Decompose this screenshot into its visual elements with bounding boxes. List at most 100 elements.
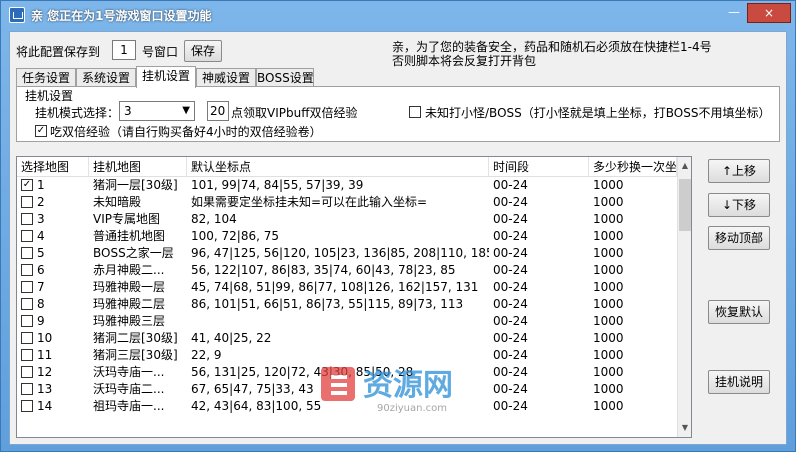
move-up-button[interactable]: ↑上移	[708, 159, 770, 183]
row-coords: 56, 131|25, 120|72, 43|30, 85|50, 28	[191, 365, 414, 379]
tab-system-settings[interactable]: 系统设置	[76, 68, 136, 88]
row-checkbox[interactable]: ✓	[21, 179, 33, 191]
unknown-checkbox[interactable]	[409, 106, 421, 118]
row-interval: 1000	[593, 280, 624, 294]
row-coords: 100, 72|86, 75	[191, 229, 280, 243]
row-coords: 96, 47|125, 56|120, 105|23, 136|85, 208|…	[191, 246, 489, 260]
move-down-button[interactable]: ↓下移	[708, 193, 770, 217]
table-scrollbar[interactable]: ▲ ▼	[677, 157, 691, 437]
header-coords[interactable]: 默认坐标点	[187, 157, 489, 177]
scroll-thumb[interactable]	[679, 179, 691, 231]
row-interval: 1000	[593, 178, 624, 192]
row-checkbox[interactable]	[21, 230, 33, 242]
row-map: 玛雅神殿三层	[93, 314, 166, 328]
move-top-button[interactable]: 移动顶部	[708, 226, 770, 250]
hangup-help-button[interactable]: 挂机说明	[708, 370, 770, 394]
row-time: 00-24	[493, 348, 528, 362]
row-checkbox[interactable]	[21, 349, 33, 361]
table-row[interactable]: 9 玛雅神殿三层 00-24 1000	[17, 313, 677, 330]
vip-points-input[interactable]: 20	[207, 101, 229, 121]
table-row[interactable]: 6 赤月神殿二... 56, 122|107, 86|83, 35|74, 60|4…	[17, 262, 677, 279]
row-map: 玛雅神殿二层	[93, 297, 166, 311]
row-checkbox[interactable]	[21, 400, 33, 412]
row-number: 14	[37, 399, 53, 413]
header-interval[interactable]: 多少秒换一次坐	[589, 157, 677, 177]
row-checkbox[interactable]	[21, 264, 33, 276]
table-row[interactable]: 3 VIP专属地图 82, 104 00-24 1000	[17, 211, 677, 228]
row-interval: 1000	[593, 263, 624, 277]
row-time: 00-24	[493, 297, 528, 311]
tab-boss-settings[interactable]: BOSS设置	[256, 68, 314, 88]
table-row[interactable]: 14 祖玛寺庙一... 42, 43|64, 83|100, 55 00-24 1000	[17, 398, 677, 415]
row-checkbox[interactable]	[21, 196, 33, 208]
row-checkbox[interactable]	[21, 298, 33, 310]
table-row[interactable]: 12 沃玛寺庙一... 56, 131|25, 120|72, 43|30, 85|…	[17, 364, 677, 381]
close-button[interactable]: ×	[747, 3, 791, 23]
header-time[interactable]: 时间段	[489, 157, 589, 177]
table-row[interactable]: 13 沃玛寺庙二... 67, 65|47, 75|33, 43 00-24 1000	[17, 381, 677, 398]
row-time: 00-24	[493, 229, 528, 243]
row-number: 6	[37, 263, 45, 277]
row-map: 祖玛寺庙一...	[93, 399, 165, 413]
mode-select[interactable]: 3 ▼	[119, 101, 195, 121]
double-exp-label: 吃双倍经验（请自行购买备好4小时的双倍经验卷）	[50, 125, 322, 139]
title-bar: 亲 您正在为1号游戏窗口设置功能 — ×	[1, 1, 795, 29]
row-coords: 101, 99|74, 84|55, 57|39, 39	[191, 178, 364, 192]
tab-shenwei-settings[interactable]: 神威设置	[196, 68, 256, 88]
minimize-button[interactable]: —	[721, 3, 747, 23]
row-map: 沃玛寺庙二...	[93, 382, 165, 396]
row-interval: 1000	[593, 297, 624, 311]
row-checkbox[interactable]	[21, 383, 33, 395]
window-title: 亲 您正在为1号游戏窗口设置功能	[31, 9, 212, 23]
row-number: 1	[37, 178, 45, 192]
main-window: 亲 您正在为1号游戏窗口设置功能 — × 将此配置保存到 1 号窗口 保存 亲，…	[0, 0, 796, 452]
row-map: VIP专属地图	[93, 212, 160, 226]
row-coords: 如果需要定坐标挂未知=可以在此输入坐标=	[191, 195, 428, 209]
row-time: 00-24	[493, 212, 528, 226]
mode-label: 挂机模式选择：	[35, 106, 120, 120]
table-header: 选择地图 挂机地图 默认坐标点 时间段 多少秒换一次坐	[17, 157, 677, 177]
table-row[interactable]: ✓ 1 猪洞一层[30级] 101, 99|74, 84|55, 57|39, 39 0…	[17, 177, 677, 194]
scroll-down-icon[interactable]: ▼	[679, 421, 691, 435]
client-area: 将此配置保存到 1 号窗口 保存 亲，为了您的装备安全，药品和随机石必须放在快捷…	[9, 31, 787, 445]
row-number: 4	[37, 229, 45, 243]
row-time: 00-24	[493, 280, 528, 294]
row-checkbox[interactable]	[21, 332, 33, 344]
table-row[interactable]: 5 BOSS之家一层 96, 47|125, 56|120, 105|23, 136…	[17, 245, 677, 262]
row-coords: 82, 104	[191, 212, 237, 226]
row-coords: 86, 101|51, 66|51, 86|73, 55|115, 89|73,…	[191, 297, 464, 311]
row-number: 7	[37, 280, 45, 294]
notice-line-2: 否则脚本将会反复打开背包	[392, 54, 537, 68]
row-checkbox[interactable]	[21, 315, 33, 327]
row-checkbox[interactable]	[21, 366, 33, 378]
window-number-input[interactable]: 1	[112, 40, 136, 60]
reset-default-button[interactable]: 恢复默认	[708, 300, 770, 324]
header-hangup-map[interactable]: 挂机地图	[89, 157, 187, 177]
double-exp-checkbox[interactable]: ✓	[35, 125, 47, 137]
row-coords: 56, 122|107, 86|83, 35|74, 60|43, 78|23,…	[191, 263, 456, 277]
row-interval: 1000	[593, 399, 624, 413]
vip-label: 点领取VIPbuff双倍经验	[231, 106, 358, 120]
row-checkbox[interactable]	[21, 281, 33, 293]
header-select-map[interactable]: 选择地图	[17, 157, 89, 177]
table-row[interactable]: 10 猪洞二层[30级] 41, 40|25, 22 00-24 1000	[17, 330, 677, 347]
row-time: 00-24	[493, 331, 528, 345]
table-row[interactable]: 7 玛雅神殿一层 45, 74|68, 51|99, 86|77, 108|126,…	[17, 279, 677, 296]
row-checkbox[interactable]	[21, 213, 33, 225]
row-number: 3	[37, 212, 45, 226]
save-button[interactable]: 保存	[184, 40, 222, 62]
row-map: 猪洞三层[30级]	[93, 348, 178, 362]
row-map: 玛雅神殿一层	[93, 280, 166, 294]
hangup-settings-panel: 挂机设置 挂机模式选择： 3 ▼ 20 点领取VIPbuff双倍经验 未知打小怪…	[16, 86, 780, 142]
scroll-up-icon[interactable]: ▲	[679, 159, 691, 173]
row-time: 00-24	[493, 246, 528, 260]
tab-task-settings[interactable]: 任务设置	[16, 68, 76, 88]
table-row[interactable]: 4 普通挂机地图 100, 72|86, 75 00-24 1000	[17, 228, 677, 245]
mode-select-value: 3	[124, 104, 132, 118]
tab-hangup-settings[interactable]: 挂机设置	[136, 66, 196, 88]
row-time: 00-24	[493, 178, 528, 192]
table-row[interactable]: 11 猪洞三层[30级] 22, 9 00-24 1000	[17, 347, 677, 364]
table-row[interactable]: 8 玛雅神殿二层 86, 101|51, 66|51, 86|73, 55|115,…	[17, 296, 677, 313]
table-row[interactable]: 2 未知暗殿 如果需要定坐标挂未知=可以在此输入坐标= 00-24 1000	[17, 194, 677, 211]
row-checkbox[interactable]	[21, 247, 33, 259]
